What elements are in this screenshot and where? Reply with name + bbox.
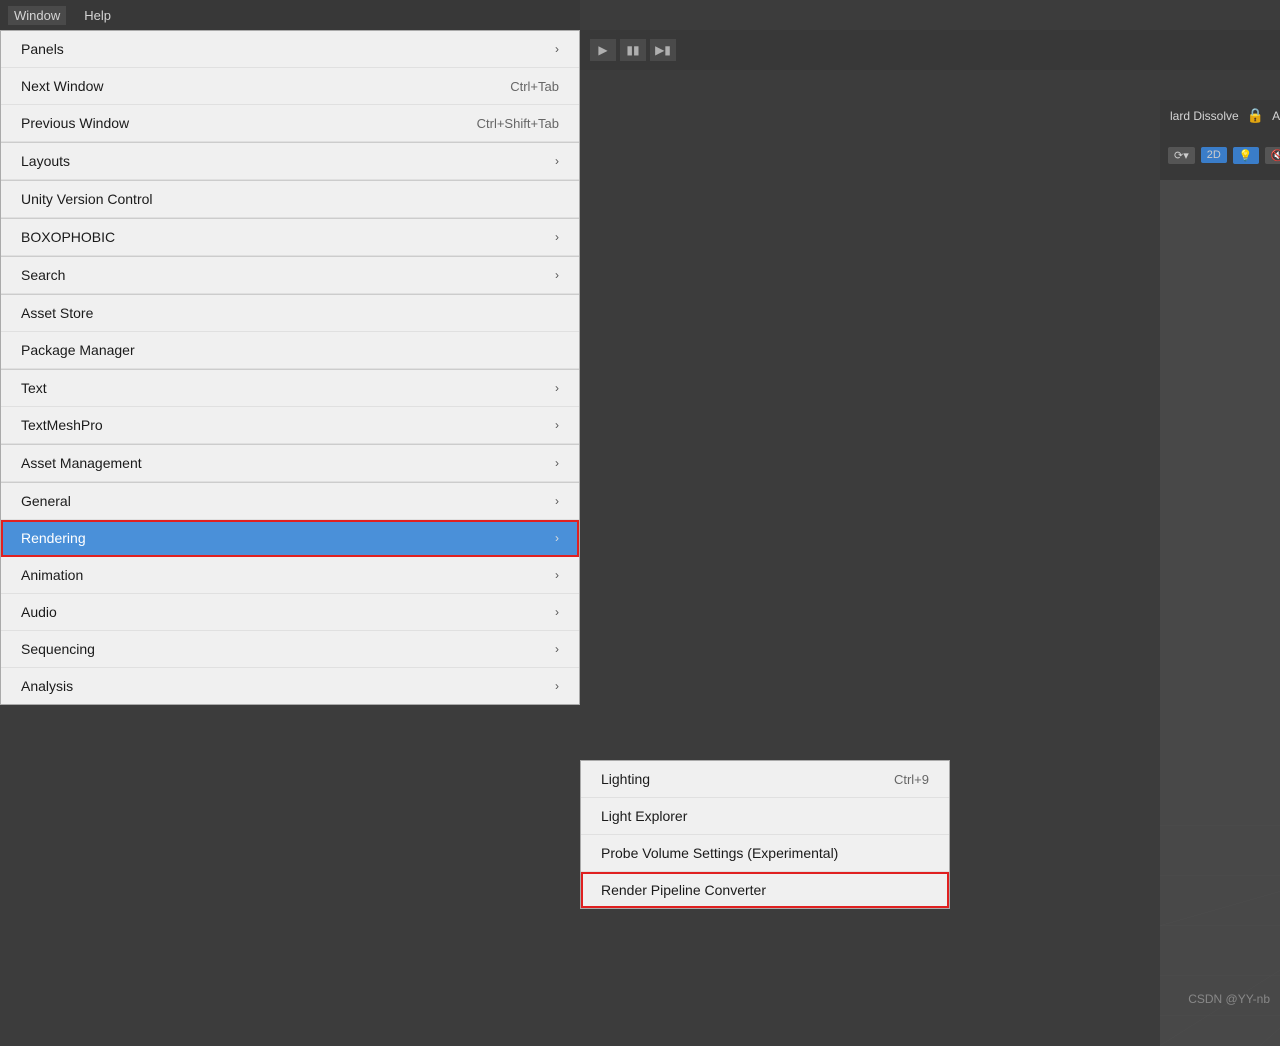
scene-view-controls: ⟳▾ 2D 💡 🔇 ✦▾ 👁 📷▾ 🌐▾ — [1160, 130, 1280, 180]
menu-item-label-search: Search — [21, 267, 65, 283]
menu-item-shortcut-previous-window: Ctrl+Shift+Tab — [477, 116, 559, 131]
play-controls-bar: ▶ ▮▮ ▶▮ — [580, 30, 1280, 70]
menu-item-label-previous-window: Previous Window — [21, 115, 129, 131]
submenu-item-label-light-explorer: Light Explorer — [601, 808, 687, 824]
menu-item-rendering[interactable]: Rendering › — [1, 520, 579, 557]
rendering-submenu: Lighting Ctrl+9 Light Explorer Probe Volume… — [580, 760, 950, 909]
menu-item-boxophobic[interactable]: BOXOPHOBIC › — [1, 219, 579, 256]
menu-item-arrow-boxophobic: › — [555, 230, 559, 244]
menu-item-arrow-layouts: › — [555, 154, 559, 168]
menu-item-arrow-rendering: › — [555, 531, 559, 545]
watermark: CSDN @YY-nb — [1188, 992, 1270, 1006]
2d-button[interactable]: 2D — [1201, 147, 1227, 163]
menu-item-label-rendering: Rendering — [21, 530, 86, 546]
menu-item-arrow-sequencing: › — [555, 642, 559, 656]
submenu-item-label-lighting: Lighting — [601, 771, 650, 787]
menu-item-label-sequencing: Sequencing — [21, 641, 95, 657]
submenu-item-label-render-pipeline-converter: Render Pipeline Converter — [601, 882, 766, 898]
window-menu[interactable]: Window — [8, 6, 66, 25]
step-button[interactable]: ▶▮ — [650, 39, 676, 61]
menu-item-label-package-manager: Package Manager — [21, 342, 135, 358]
menu-item-label-textmeshpro: TextMeshPro — [21, 417, 103, 433]
menu-item-arrow-animation: › — [555, 568, 559, 582]
menu-item-audio[interactable]: Audio › — [1, 594, 579, 631]
menu-item-search[interactable]: Search › — [1, 257, 579, 294]
menu-item-unity-version-control[interactable]: Unity Version Control — [1, 181, 579, 218]
menu-item-analysis[interactable]: Analysis › — [1, 668, 579, 704]
submenu-item-lighting[interactable]: Lighting Ctrl+9 — [581, 761, 949, 798]
menu-item-previous-window[interactable]: Previous Window Ctrl+Shift+Tab — [1, 105, 579, 142]
menu-item-label-next-window: Next Window — [21, 78, 103, 94]
menu-item-label-analysis: Analysis — [21, 678, 73, 694]
menu-item-arrow-audio: › — [555, 605, 559, 619]
menu-item-label-panels: Panels — [21, 41, 64, 57]
help-menu[interactable]: Help — [78, 6, 117, 25]
menu-item-textmeshpro[interactable]: TextMeshPro › — [1, 407, 579, 444]
asset-store-label[interactable]: Asset Store — [1272, 109, 1280, 123]
play-button[interactable]: ▶ — [590, 39, 616, 61]
window-dropdown-menu: Panels › Next Window Ctrl+Tab Previous Windo… — [0, 30, 580, 705]
menu-item-label-layouts: Layouts — [21, 153, 70, 169]
menu-item-layouts[interactable]: Layouts › — [1, 143, 579, 180]
submenu-item-light-explorer[interactable]: Light Explorer — [581, 798, 949, 835]
menu-item-text[interactable]: Text › — [1, 370, 579, 407]
menu-item-label-boxophobic: BOXOPHOBIC — [21, 229, 115, 245]
hard-dissolve-label: lard Dissolve — [1170, 109, 1239, 123]
menu-item-sequencing[interactable]: Sequencing › — [1, 631, 579, 668]
scene-3d-area: x y ≤ Persp — [1160, 180, 1280, 1046]
menu-item-arrow-text: › — [555, 381, 559, 395]
submenu-item-render-pipeline-converter[interactable]: Render Pipeline Converter — [581, 872, 949, 908]
menu-item-arrow-search: › — [555, 268, 559, 282]
menu-item-label-unity-version-control: Unity Version Control — [21, 191, 153, 207]
menu-item-arrow-analysis: › — [555, 679, 559, 693]
menu-item-label-text: Text — [21, 380, 47, 396]
menu-item-label-general: General — [21, 493, 71, 509]
menu-item-arrow-textmeshpro: › — [555, 418, 559, 432]
scene-grid — [1160, 526, 1280, 1046]
menu-item-panels[interactable]: Panels › — [1, 31, 579, 68]
pause-button[interactable]: ▮▮ — [620, 39, 646, 61]
menu-item-arrow-panels: › — [555, 42, 559, 56]
menu-item-asset-store[interactable]: Asset Store — [1, 295, 579, 332]
submenu-item-shortcut-lighting: Ctrl+9 — [894, 772, 929, 787]
lighting-toggle[interactable]: 💡 — [1233, 147, 1259, 164]
menu-item-asset-management[interactable]: Asset Management › — [1, 445, 579, 482]
menu-item-label-animation: Animation — [21, 567, 83, 583]
menu-bar: Window Help — [0, 0, 580, 30]
perspective-toggle[interactable]: ⟳▾ — [1168, 147, 1195, 164]
menu-item-shortcut-next-window: Ctrl+Tab — [510, 79, 559, 94]
submenu-item-probe-volume[interactable]: Probe Volume Settings (Experimental) — [581, 835, 949, 872]
menu-item-next-window[interactable]: Next Window Ctrl+Tab — [1, 68, 579, 105]
asset-store-bar: lard Dissolve 🔒 Asset Store ⋮ Insp — [1160, 100, 1280, 132]
menu-item-arrow-general: › — [555, 494, 559, 508]
menu-item-general[interactable]: General › — [1, 483, 579, 520]
menu-item-label-audio: Audio — [21, 604, 57, 620]
menu-item-label-asset-store: Asset Store — [21, 305, 93, 321]
menu-item-package-manager[interactable]: Package Manager — [1, 332, 579, 369]
submenu-item-label-probe-volume: Probe Volume Settings (Experimental) — [601, 845, 838, 861]
audio-toggle[interactable]: 🔇 — [1265, 147, 1280, 164]
menu-item-animation[interactable]: Animation › — [1, 557, 579, 594]
menu-item-label-asset-management: Asset Management — [21, 455, 142, 471]
lock-icon: 🔒 — [1247, 107, 1264, 124]
menu-item-arrow-asset-management: › — [555, 456, 559, 470]
